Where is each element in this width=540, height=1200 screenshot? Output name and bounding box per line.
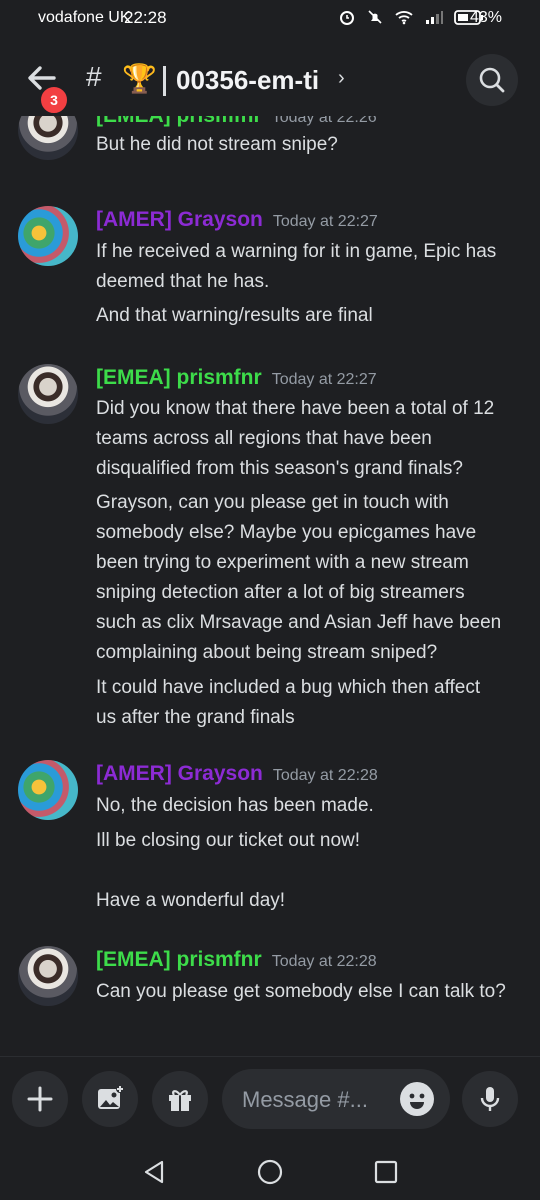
image-icon: [98, 1085, 124, 1109]
message-text: sniping detection after a lot of big str…: [96, 582, 465, 603]
emoji-icon: [409, 1093, 425, 1109]
message-header: [AMER] Grayson Today at 22:27: [96, 208, 378, 232]
system-nav-bar: [0, 1144, 540, 1200]
search-icon: [479, 67, 505, 93]
message-text: But he did not stream snipe?: [96, 134, 338, 155]
nav-home-icon[interactable]: [256, 1158, 284, 1186]
message-text: been trying to experiment with a new str…: [96, 552, 469, 573]
timestamp: Today at 22:28: [272, 767, 378, 784]
unread-badge: 3: [38, 84, 70, 116]
message-text: If he received a warning for it in game,…: [96, 241, 497, 262]
message-text: such as clix Mrsavage and Asian Jeff hav…: [96, 612, 502, 633]
author-name[interactable]: [EMEA] prismfnr: [96, 116, 262, 127]
timestamp: Today at 22:27: [272, 213, 378, 230]
channel-title[interactable]: 00356-em-ti: [176, 65, 319, 96]
message-header: [EMEA] prismfnr Today at 22:27: [96, 366, 377, 390]
nav-back-icon[interactable]: [140, 1158, 168, 1186]
carrier-label: vodafone UK: [38, 9, 131, 26]
message-text: deemed that he has.: [96, 271, 270, 292]
message-text: complaining about being stream sniped?: [96, 642, 438, 663]
avatar[interactable]: [18, 206, 78, 266]
emoji-button[interactable]: [400, 1082, 434, 1116]
add-button[interactable]: [12, 1071, 68, 1127]
wifi-icon: [395, 11, 413, 25]
status-icons: [338, 8, 484, 26]
message-text: No, the decision has been made.: [96, 795, 374, 816]
message-header: [EMEA] prismfnr Today at 22:28: [96, 948, 377, 972]
status-bar: vodafone UK 22:28 43%: [0, 0, 540, 36]
voice-button[interactable]: [462, 1071, 518, 1127]
message-list[interactable]: [EMEA] prismfnr Today at 22:26 But he did…: [0, 116, 540, 1056]
message-text: us after the grand finals: [96, 707, 295, 728]
message-text: Can you please get somebody else I can t…: [96, 981, 506, 1002]
status-time: 22:28: [124, 8, 167, 27]
timestamp: Today at 22:27: [271, 371, 377, 388]
plus-icon: [27, 1086, 53, 1112]
message-text: It could have included a bug which then …: [96, 677, 481, 698]
channel-hash-icon: #: [86, 61, 102, 92]
microphone-icon: [480, 1087, 500, 1111]
timestamp: Today at 22:26: [271, 116, 377, 126]
avatar[interactable]: [18, 946, 78, 1006]
alarm-icon: [340, 11, 354, 25]
timestamp: Today at 22:28: [271, 953, 377, 970]
message-header: [EMEA] prismfnr Today at 22:26: [96, 116, 377, 128]
message-text: Have a wonderful day!: [96, 890, 286, 911]
battery-percent: 43%: [470, 9, 503, 26]
gift-button[interactable]: [152, 1071, 208, 1127]
author-name[interactable]: [EMEA] prismfnr: [96, 948, 262, 971]
signal-icon: [426, 11, 443, 24]
message-text: Grayson, can you please get in touch wit…: [96, 492, 449, 513]
message-text: Ill be closing our ticket out now!: [96, 830, 361, 851]
avatar[interactable]: [18, 760, 78, 820]
avatar[interactable]: [18, 364, 78, 424]
composer-bar: [0, 1056, 540, 1145]
message-text: Did you know that there have been a tota…: [96, 398, 495, 419]
channel-divider: [163, 66, 166, 96]
message-text: disqualified from this season's grand fi…: [96, 458, 463, 479]
message-text: teams across all regions that have been: [96, 428, 432, 449]
author-name[interactable]: [AMER] Grayson: [96, 762, 263, 785]
gift-icon: [169, 1090, 191, 1111]
message-text: And that warning/results are final: [96, 305, 373, 326]
channel-header: 3 # 🏆 00356-em-ti ›: [0, 44, 540, 116]
trophy-icon: 🏆: [122, 63, 157, 94]
search-button[interactable]: [466, 54, 518, 106]
author-name[interactable]: [AMER] Grayson: [96, 208, 263, 231]
message-input[interactable]: [240, 1083, 394, 1117]
mute-icon: [368, 10, 382, 24]
message-header: [AMER] Grayson Today at 22:28: [96, 762, 378, 786]
nav-recents-icon[interactable]: [372, 1158, 400, 1186]
chevron-right-icon[interactable]: ›: [338, 67, 345, 90]
message-input-container[interactable]: [222, 1069, 450, 1129]
avatar[interactable]: [18, 116, 78, 160]
message-text: somebody else? Maybe you epicgames have: [96, 522, 477, 543]
author-name[interactable]: [EMEA] prismfnr: [96, 366, 262, 389]
attach-image-button[interactable]: [82, 1071, 138, 1127]
